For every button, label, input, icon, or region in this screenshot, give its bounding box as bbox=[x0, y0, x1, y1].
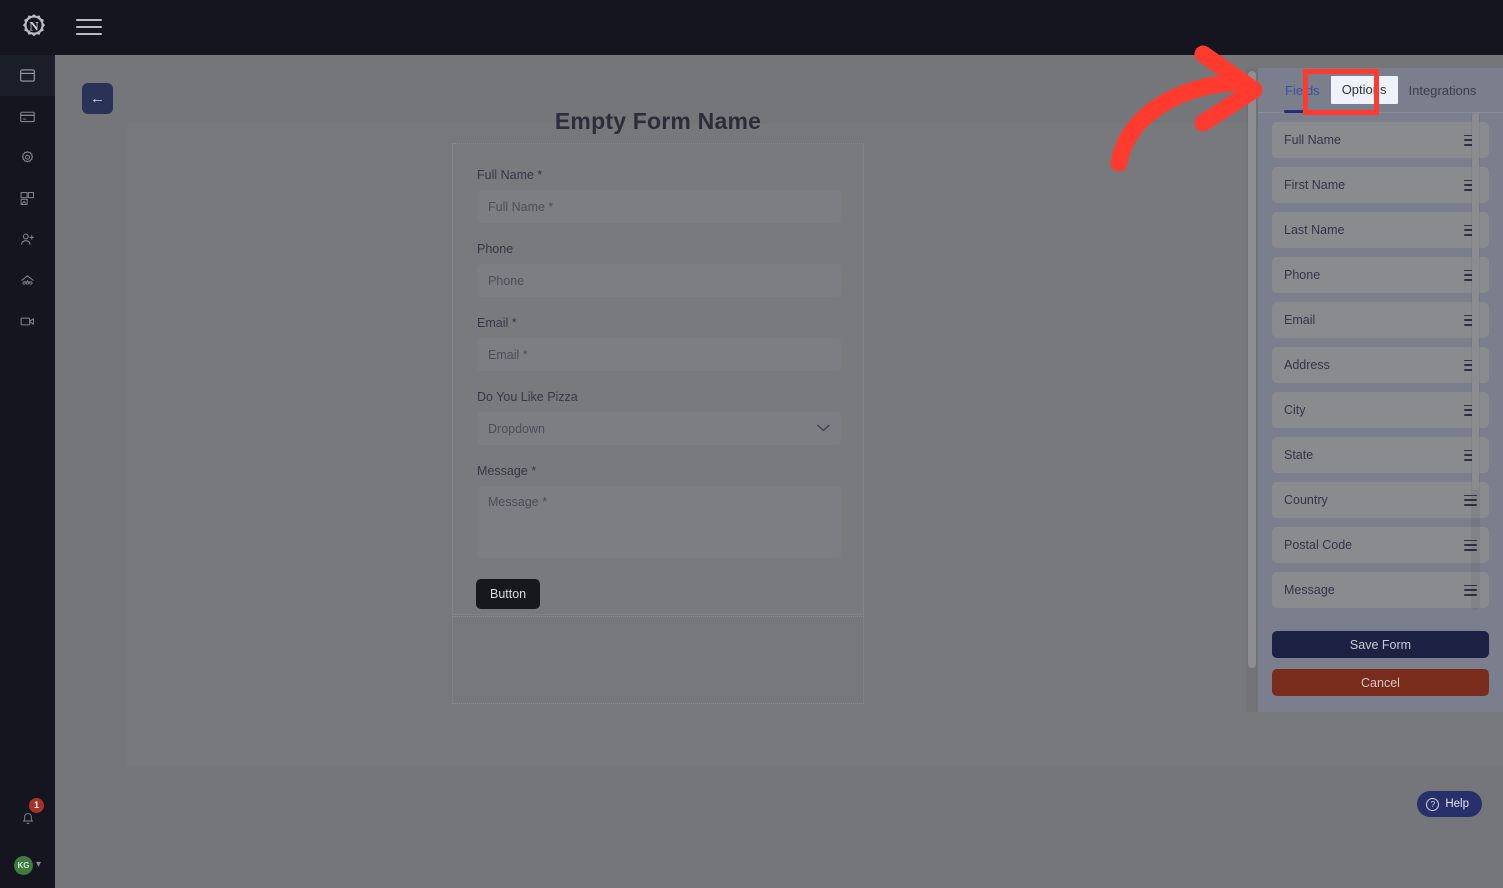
form-field-message: Message * bbox=[477, 464, 841, 563]
field-item-last-name[interactable]: Last Name bbox=[1272, 212, 1489, 248]
field-label: Do You Like Pizza bbox=[477, 390, 578, 404]
field-item-label: Country bbox=[1284, 493, 1328, 507]
field-item-label: Email bbox=[1284, 313, 1316, 327]
tab-options[interactable]: Options bbox=[1330, 76, 1398, 104]
gear-n-logo-icon[interactable]: N bbox=[17, 10, 51, 44]
menu-line bbox=[76, 19, 102, 21]
app-root: N 1 KG ▾ ← Empty Form Name Full Name * F… bbox=[0, 0, 1503, 888]
menu-toggle-button[interactable] bbox=[76, 16, 102, 38]
form-preview-card: Full Name * Phone Email * Do You Like Pi… bbox=[452, 143, 864, 615]
save-form-button[interactable]: Save Form bbox=[1272, 631, 1489, 658]
cancel-button[interactable]: Cancel bbox=[1272, 669, 1489, 696]
form-field-phone: Phone bbox=[477, 242, 841, 297]
sidebar-item-billing[interactable] bbox=[0, 96, 55, 137]
gear-icon bbox=[21, 151, 34, 163]
sidebar-item-add-user[interactable] bbox=[0, 219, 55, 260]
field-item-message[interactable]: Message bbox=[1272, 572, 1489, 608]
question-mark-icon: ? bbox=[1426, 797, 1440, 811]
field-item-postal-code[interactable]: Postal Code bbox=[1272, 527, 1489, 563]
help-button[interactable]: ? Help bbox=[1417, 791, 1482, 817]
menu-line bbox=[76, 33, 102, 35]
notification-badge: 1 bbox=[29, 798, 44, 813]
network-home-icon bbox=[21, 275, 34, 285]
builder-scrollbar-thumb[interactable] bbox=[1248, 71, 1256, 668]
panel-actions: Save Form Cancel bbox=[1272, 631, 1489, 696]
field-label: Phone bbox=[477, 242, 514, 256]
image-template-icon bbox=[20, 192, 34, 205]
top-bar: N bbox=[0, 0, 1503, 55]
field-item-state[interactable]: State bbox=[1272, 437, 1489, 473]
pizza-dropdown[interactable]: Dropdown bbox=[477, 412, 841, 445]
browser-window-icon bbox=[20, 69, 35, 82]
panel-tabs: Fields Options Integrations bbox=[1258, 68, 1503, 113]
menu-line bbox=[76, 26, 102, 28]
notifications-button[interactable]: 1 bbox=[0, 796, 55, 842]
sidebar-item-settings[interactable] bbox=[0, 137, 55, 178]
full-name-input[interactable] bbox=[477, 190, 841, 223]
form-field-pizza: Do You Like Pizza Dropdown bbox=[477, 390, 841, 445]
tab-integrations[interactable]: Integrations bbox=[1398, 68, 1488, 113]
field-item-label: State bbox=[1284, 448, 1314, 462]
page-title: Empty Form Name bbox=[554, 108, 762, 134]
left-sidebar: 1 KG ▾ bbox=[0, 55, 55, 888]
chevron-down-icon: ▾ bbox=[35, 859, 42, 870]
video-camera-icon bbox=[20, 317, 34, 326]
form-submit-button[interactable]: Button bbox=[476, 579, 541, 609]
sidebar-item-network[interactable] bbox=[0, 260, 55, 301]
avatar: KG bbox=[13, 855, 33, 875]
available-fields-list: Full Name First Name Last Name Phone Ema… bbox=[1258, 114, 1503, 624]
email-input[interactable] bbox=[477, 338, 841, 371]
help-label: Help bbox=[1445, 798, 1469, 810]
field-item-label: Phone bbox=[1284, 268, 1321, 282]
fields-list-scrollbar[interactable] bbox=[1471, 112, 1480, 610]
dropdown-value: Dropdown bbox=[488, 421, 545, 436]
form-field-full-name: Full Name * bbox=[477, 168, 841, 223]
field-item-label: Full Name bbox=[1284, 133, 1341, 147]
field-label: Email * bbox=[477, 316, 517, 330]
field-item-city[interactable]: City bbox=[1272, 392, 1489, 428]
field-item-email[interactable]: Email bbox=[1272, 302, 1489, 338]
sidebar-item-video[interactable] bbox=[0, 301, 55, 342]
user-menu[interactable]: KG ▾ bbox=[0, 842, 55, 888]
message-textarea[interactable] bbox=[477, 486, 841, 558]
tab-fields[interactable]: Fields bbox=[1274, 68, 1331, 113]
credit-card-icon bbox=[20, 111, 35, 123]
builder-scrollbar[interactable] bbox=[1246, 68, 1258, 712]
field-item-label: Last Name bbox=[1284, 223, 1345, 237]
chevron-down-icon bbox=[817, 423, 830, 435]
field-item-label: Message bbox=[1284, 583, 1335, 597]
back-button[interactable]: ← bbox=[82, 83, 113, 114]
fields-panel: Fields Options Integrations Full Name Fi… bbox=[1258, 68, 1503, 712]
sidebar-bottom: 1 KG ▾ bbox=[0, 796, 55, 888]
bell-icon bbox=[22, 813, 33, 825]
sidebar-item-pages[interactable] bbox=[0, 55, 55, 96]
field-item-full-name[interactable]: Full Name bbox=[1272, 122, 1489, 158]
add-user-icon bbox=[21, 233, 34, 245]
field-item-country[interactable]: Country bbox=[1272, 482, 1489, 518]
field-item-phone[interactable]: Phone bbox=[1272, 257, 1489, 293]
field-item-address[interactable]: Address bbox=[1272, 347, 1489, 383]
fields-list-scrollbar-thumb[interactable] bbox=[1472, 112, 1479, 490]
field-item-label: Postal Code bbox=[1284, 538, 1353, 552]
field-label: Full Name * bbox=[477, 168, 543, 182]
svg-text:N: N bbox=[29, 18, 39, 33]
field-item-label: Address bbox=[1284, 358, 1330, 372]
phone-input[interactable] bbox=[477, 264, 841, 297]
field-item-first-name[interactable]: First Name bbox=[1272, 167, 1489, 203]
form-field-email: Email * bbox=[477, 316, 841, 371]
field-item-label: First Name bbox=[1284, 178, 1346, 192]
field-item-label: City bbox=[1284, 403, 1306, 417]
sidebar-item-templates[interactable] bbox=[0, 178, 55, 219]
form-preview-empty-section bbox=[452, 616, 864, 704]
field-label: Message * bbox=[477, 464, 537, 478]
